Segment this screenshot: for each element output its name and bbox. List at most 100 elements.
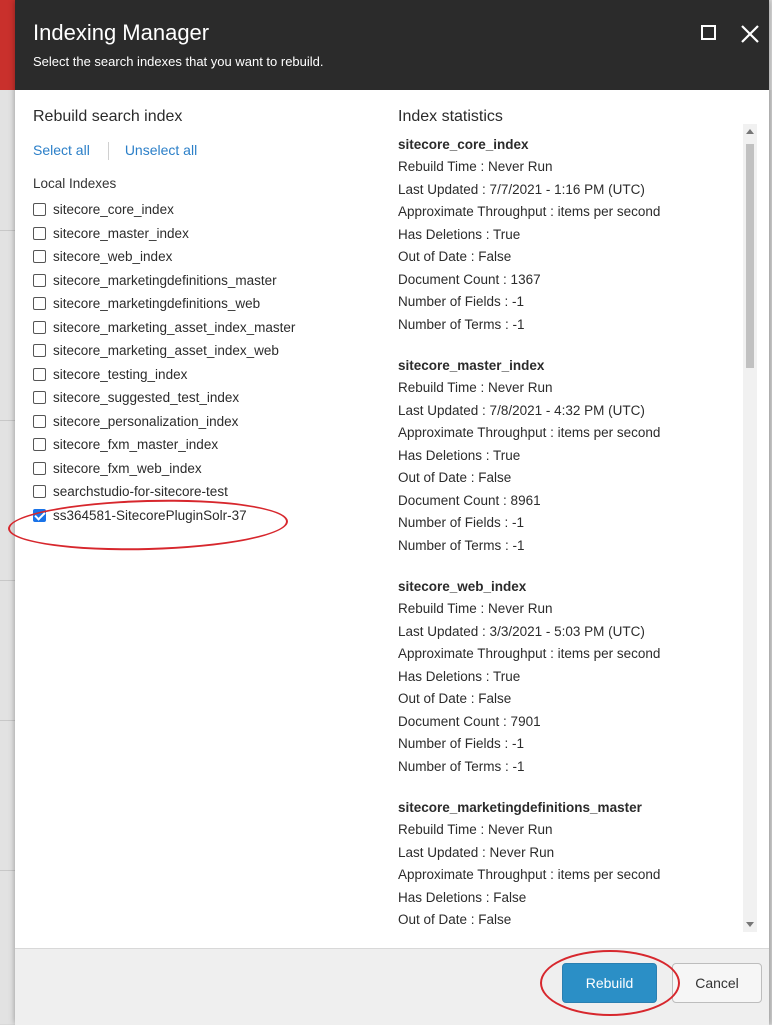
index-checkbox[interactable] bbox=[33, 297, 46, 311]
stat-block: sitecore_core_index Rebuild Time : Never … bbox=[398, 134, 738, 336]
index-label: sitecore_testing_index bbox=[53, 366, 188, 382]
index-item[interactable]: sitecore_master_index bbox=[33, 222, 295, 246]
index-item[interactable]: sitecore_fxm_web_index bbox=[33, 457, 295, 481]
stat-index-name: sitecore_core_index bbox=[398, 137, 529, 152]
close-button[interactable] bbox=[738, 22, 762, 46]
index-label: sitecore_fxm_web_index bbox=[53, 460, 202, 476]
background-divider bbox=[0, 230, 15, 231]
stat-line: Approximate Throughput : items per secon… bbox=[398, 425, 661, 440]
maximize-icon bbox=[701, 25, 716, 40]
index-item[interactable]: sitecore_marketing_asset_index_web bbox=[33, 339, 295, 363]
cancel-button[interactable]: Cancel bbox=[672, 963, 762, 1003]
stat-index-name: sitecore_web_index bbox=[398, 579, 527, 594]
index-checkbox[interactable] bbox=[33, 367, 46, 381]
stat-line: Rebuild Time : Never Run bbox=[398, 822, 553, 837]
stat-line: Has Deletions : True bbox=[398, 668, 521, 684]
stat-line: Number of Terms : -1 bbox=[398, 316, 525, 332]
index-checkbox[interactable] bbox=[33, 414, 46, 428]
stat-block-gap bbox=[398, 778, 738, 789]
stat-line: Number of Terms : -1 bbox=[398, 537, 525, 553]
stats-blocks: sitecore_core_index Rebuild Time : Never … bbox=[398, 134, 738, 936]
stat-line: Last Updated : Never Run bbox=[398, 844, 555, 860]
index-label: sitecore_marketingdefinitions_web bbox=[53, 296, 261, 312]
index-item[interactable]: ss364581-SitecorePluginSolr-37 bbox=[33, 504, 295, 528]
stat-line: Out of Date : False bbox=[398, 691, 512, 706]
stat-line: Out of Date : False bbox=[398, 912, 512, 927]
index-item[interactable]: sitecore_marketingdefinitions_master bbox=[33, 269, 295, 293]
index-checkbox-list: sitecore_core_index sitecore_master_index… bbox=[33, 198, 295, 527]
rebuild-index-heading: Rebuild search index bbox=[33, 108, 183, 125]
index-checkbox[interactable] bbox=[33, 273, 46, 287]
background-divider bbox=[0, 580, 15, 581]
rebuild-button[interactable]: Rebuild bbox=[562, 963, 657, 1003]
index-item[interactable]: sitecore_testing_index bbox=[33, 363, 295, 387]
index-checkbox[interactable] bbox=[33, 508, 46, 522]
index-label: sitecore_personalization_index bbox=[53, 413, 239, 429]
index-label: searchstudio-for-sitecore-test bbox=[53, 484, 228, 500]
index-label: sitecore_suggested_test_index bbox=[53, 390, 240, 406]
stat-line: Number of Fields : -1 bbox=[398, 736, 525, 751]
index-checkbox[interactable] bbox=[33, 320, 46, 334]
index-statistics-panel: Index statistics sitecore_core_index Rebu… bbox=[398, 108, 748, 936]
index-label: sitecore_marketing_asset_index_web bbox=[53, 343, 279, 359]
index-statistics-content[interactable]: Index statistics sitecore_core_index Rebu… bbox=[398, 108, 738, 936]
unselect-all-link[interactable]: Unselect all bbox=[125, 142, 197, 158]
maximize-button[interactable] bbox=[698, 22, 722, 46]
index-item[interactable]: searchstudio-for-sitecore-test bbox=[33, 480, 295, 504]
index-label: sitecore_marketing_asset_index_master bbox=[53, 319, 296, 335]
scroll-up-arrow-icon[interactable] bbox=[746, 129, 754, 134]
index-item[interactable]: sitecore_fxm_master_index bbox=[33, 433, 295, 457]
stat-line: Last Updated : 3/3/2021 - 5:03 PM (UTC) bbox=[398, 623, 645, 639]
index-item[interactable]: sitecore_personalization_index bbox=[33, 410, 295, 434]
stat-block: sitecore_web_index Rebuild Time : Never R… bbox=[398, 576, 738, 778]
stat-line: Rebuild Time : Never Run bbox=[398, 601, 553, 616]
index-item[interactable]: sitecore_suggested_test_index bbox=[33, 386, 295, 410]
dialog-footer: Rebuild Cancel bbox=[15, 948, 769, 1025]
index-label: ss364581-SitecorePluginSolr-37 bbox=[53, 507, 247, 523]
index-checkbox[interactable] bbox=[33, 203, 46, 217]
stat-line: Last Updated : 7/7/2021 - 1:16 PM (UTC) bbox=[398, 181, 645, 197]
index-statistics-heading: Index statistics bbox=[398, 108, 503, 125]
dialog-titlebar: Indexing Manager Select the search index… bbox=[15, 0, 769, 90]
index-item[interactable]: sitecore_marketing_asset_index_master bbox=[33, 316, 295, 340]
stat-line: Approximate Throughput : items per secon… bbox=[398, 646, 661, 661]
index-item[interactable]: sitecore_marketingdefinitions_web bbox=[33, 292, 295, 316]
stat-line: Document Count : 7901 bbox=[398, 713, 541, 729]
stat-line: Rebuild Time : Never Run bbox=[398, 380, 553, 395]
stats-scrollbar[interactable] bbox=[743, 124, 757, 932]
index-checkbox[interactable] bbox=[33, 250, 46, 264]
stat-line: Number of Terms : -1 bbox=[398, 758, 525, 774]
stat-block: sitecore_marketingdefinitions_master Rebu… bbox=[398, 797, 738, 936]
background-divider bbox=[0, 420, 15, 421]
background-app-strip bbox=[0, 0, 15, 1024]
local-indexes-label: Local Indexes bbox=[33, 176, 117, 191]
index-label: sitecore_master_index bbox=[53, 225, 189, 241]
index-checkbox[interactable] bbox=[33, 344, 46, 358]
stat-line: Document Count : 1367 bbox=[398, 271, 541, 287]
stat-line: Number of Fields : -1 bbox=[398, 515, 525, 530]
stat-line: Out of Date : False bbox=[398, 470, 512, 485]
stat-line: Has Deletions : False bbox=[398, 889, 527, 905]
scrollbar-thumb[interactable] bbox=[746, 144, 754, 368]
stat-line: Out of Date : False bbox=[398, 249, 512, 264]
index-label: sitecore_marketingdefinitions_master bbox=[53, 272, 277, 288]
index-checkbox[interactable] bbox=[33, 391, 46, 405]
background-app-header bbox=[0, 0, 15, 90]
index-checkbox[interactable] bbox=[33, 461, 46, 475]
index-item[interactable]: sitecore_core_index bbox=[33, 198, 295, 222]
stat-block-gap bbox=[398, 336, 738, 347]
stat-line: Has Deletions : True bbox=[398, 226, 521, 242]
index-checkbox[interactable] bbox=[33, 438, 46, 452]
select-all-link[interactable]: Select all bbox=[33, 142, 90, 158]
stat-line: Document Count : 0 bbox=[398, 932, 738, 937]
dialog-title: Indexing Manager bbox=[33, 20, 210, 45]
selection-links: Select all Unselect all bbox=[33, 142, 197, 161]
index-checkbox[interactable] bbox=[33, 226, 46, 240]
background-divider bbox=[0, 870, 15, 871]
index-checkbox[interactable] bbox=[33, 485, 46, 499]
scroll-down-arrow-icon[interactable] bbox=[746, 922, 754, 927]
rebuild-index-panel: Rebuild search index Select all Unselect … bbox=[33, 108, 373, 523]
stat-line: Number of Fields : -1 bbox=[398, 294, 525, 309]
index-item[interactable]: sitecore_web_index bbox=[33, 245, 295, 269]
stat-line: Rebuild Time : Never Run bbox=[398, 159, 553, 174]
